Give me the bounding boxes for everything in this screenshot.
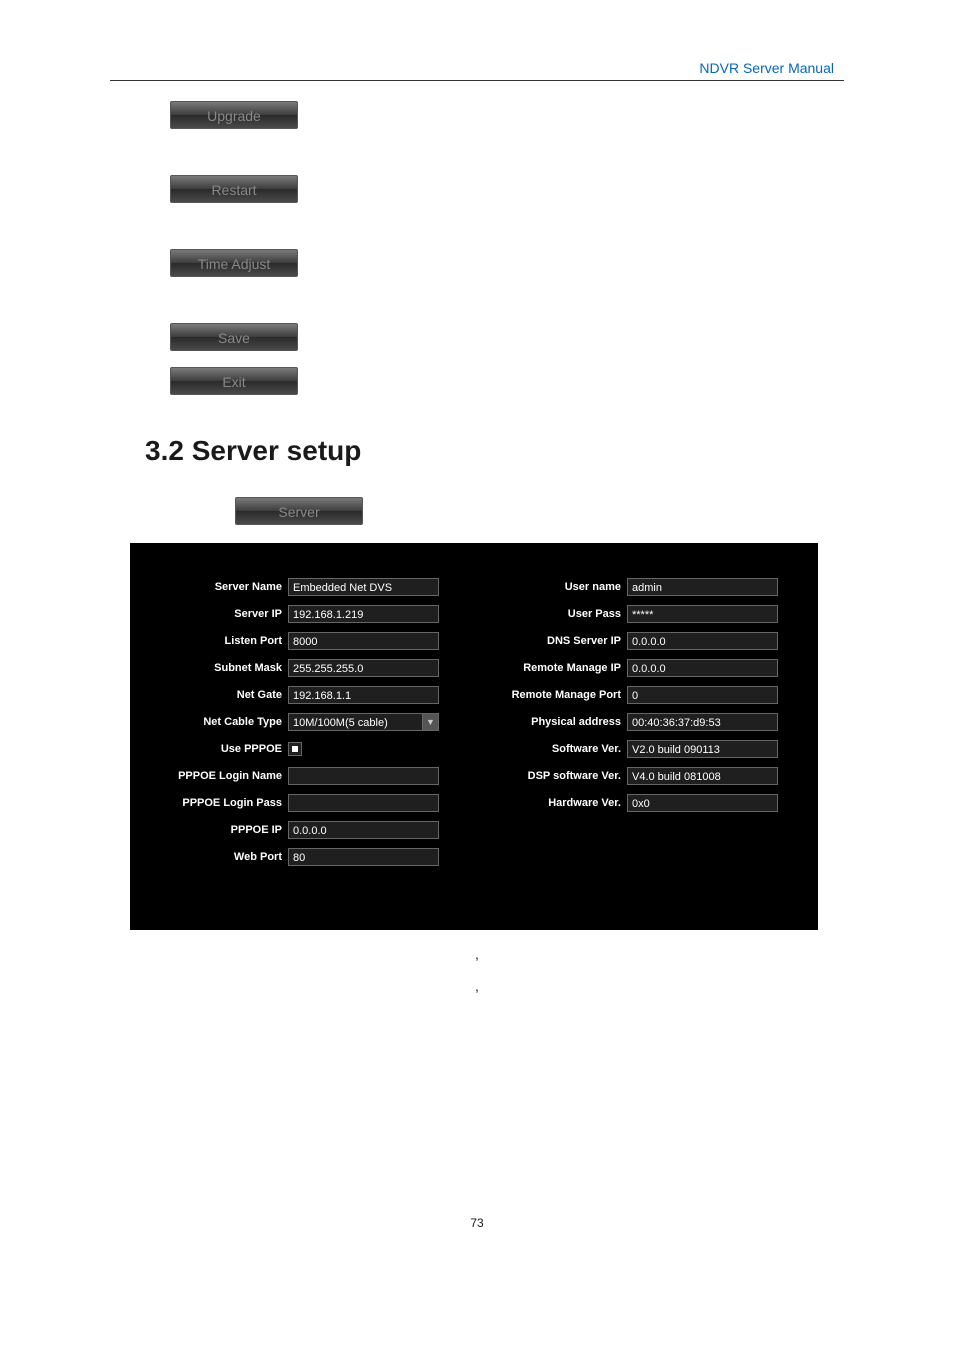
time-adjust-button[interactable]: Time Adjust bbox=[170, 249, 298, 277]
remote-manage-ip-input[interactable]: 0.0.0.0 bbox=[627, 659, 778, 677]
restart-button[interactable]: Restart bbox=[170, 175, 298, 203]
dsp-software-ver-label: DSP software Ver. bbox=[499, 770, 627, 782]
panel-left-column: Server Name Embedded Net DVS Server IP 1… bbox=[160, 573, 439, 870]
user-name-input[interactable]: admin bbox=[627, 578, 778, 596]
physical-address-label: Physical address bbox=[499, 716, 627, 728]
net-gate-label: Net Gate bbox=[160, 689, 288, 701]
listen-port-label: Listen Port bbox=[160, 635, 288, 647]
user-pass-input[interactable]: ***** bbox=[627, 605, 778, 623]
exit-button[interactable]: Exit bbox=[170, 367, 298, 395]
net-gate-input[interactable]: 192.168.1.1 bbox=[288, 686, 439, 704]
caption-line-1: , bbox=[110, 946, 844, 962]
remote-manage-port-label: Remote Manage Port bbox=[499, 689, 627, 701]
dns-server-ip-label: DNS Server IP bbox=[499, 635, 627, 647]
use-pppoe-label: Use PPPOE bbox=[160, 743, 288, 755]
remote-manage-ip-label: Remote Manage IP bbox=[499, 662, 627, 674]
page: NDVR Server Manual Upgrade Restart Time … bbox=[0, 0, 954, 1350]
server-name-label: Server Name bbox=[160, 581, 288, 593]
web-port-label: Web Port bbox=[160, 851, 288, 863]
server-ip-input[interactable]: 192.168.1.219 bbox=[288, 605, 439, 623]
net-cable-type-select[interactable]: 10M/100M(5 cable) bbox=[288, 713, 423, 731]
remote-manage-port-input[interactable]: 0 bbox=[627, 686, 778, 704]
dsp-software-ver-value: V4.0 build 081008 bbox=[627, 767, 778, 785]
panel-right-column: User name admin User Pass ***** DNS Serv… bbox=[499, 573, 778, 870]
software-ver-value: V2.0 build 090113 bbox=[627, 740, 778, 758]
chevron-down-icon[interactable]: ▼ bbox=[423, 713, 439, 731]
pppoe-login-pass-input[interactable] bbox=[288, 794, 439, 812]
user-name-label: User name bbox=[499, 581, 627, 593]
button-column: Upgrade Restart Time Adjust Save Exit bbox=[170, 101, 844, 395]
page-number: 73 bbox=[0, 1216, 954, 1230]
pppoe-ip-input[interactable]: 0.0.0.0 bbox=[288, 821, 439, 839]
save-button[interactable]: Save bbox=[170, 323, 298, 351]
pppoe-login-pass-label: PPPOE Login Pass bbox=[160, 797, 288, 809]
server-button[interactable]: Server bbox=[235, 497, 363, 525]
web-port-input[interactable]: 80 bbox=[288, 848, 439, 866]
header-title: NDVR Server Manual bbox=[110, 60, 844, 76]
pppoe-ip-label: PPPOE IP bbox=[160, 824, 288, 836]
dns-server-ip-input[interactable]: 0.0.0.0 bbox=[627, 632, 778, 650]
section-title: 3.2 Server setup bbox=[145, 435, 844, 467]
hardware-ver-value: 0x0 bbox=[627, 794, 778, 812]
header-divider bbox=[110, 80, 844, 81]
server-name-input[interactable]: Embedded Net DVS bbox=[288, 578, 439, 596]
net-cable-type-label: Net Cable Type bbox=[160, 716, 288, 728]
pppoe-login-name-label: PPPOE Login Name bbox=[160, 770, 288, 782]
hardware-ver-label: Hardware Ver. bbox=[499, 797, 627, 809]
upgrade-button[interactable]: Upgrade bbox=[170, 101, 298, 129]
physical-address-value: 00:40:36:37:d9:53 bbox=[627, 713, 778, 731]
use-pppoe-checkbox[interactable] bbox=[288, 742, 302, 756]
user-pass-label: User Pass bbox=[499, 608, 627, 620]
server-ip-label: Server IP bbox=[160, 608, 288, 620]
subnet-mask-label: Subnet Mask bbox=[160, 662, 288, 674]
server-setup-panel: Server Name Embedded Net DVS Server IP 1… bbox=[130, 543, 818, 930]
caption-line-2: , bbox=[110, 978, 844, 994]
listen-port-input[interactable]: 8000 bbox=[288, 632, 439, 650]
subnet-mask-input[interactable]: 255.255.255.0 bbox=[288, 659, 439, 677]
pppoe-login-name-input[interactable] bbox=[288, 767, 439, 785]
software-ver-label: Software Ver. bbox=[499, 743, 627, 755]
